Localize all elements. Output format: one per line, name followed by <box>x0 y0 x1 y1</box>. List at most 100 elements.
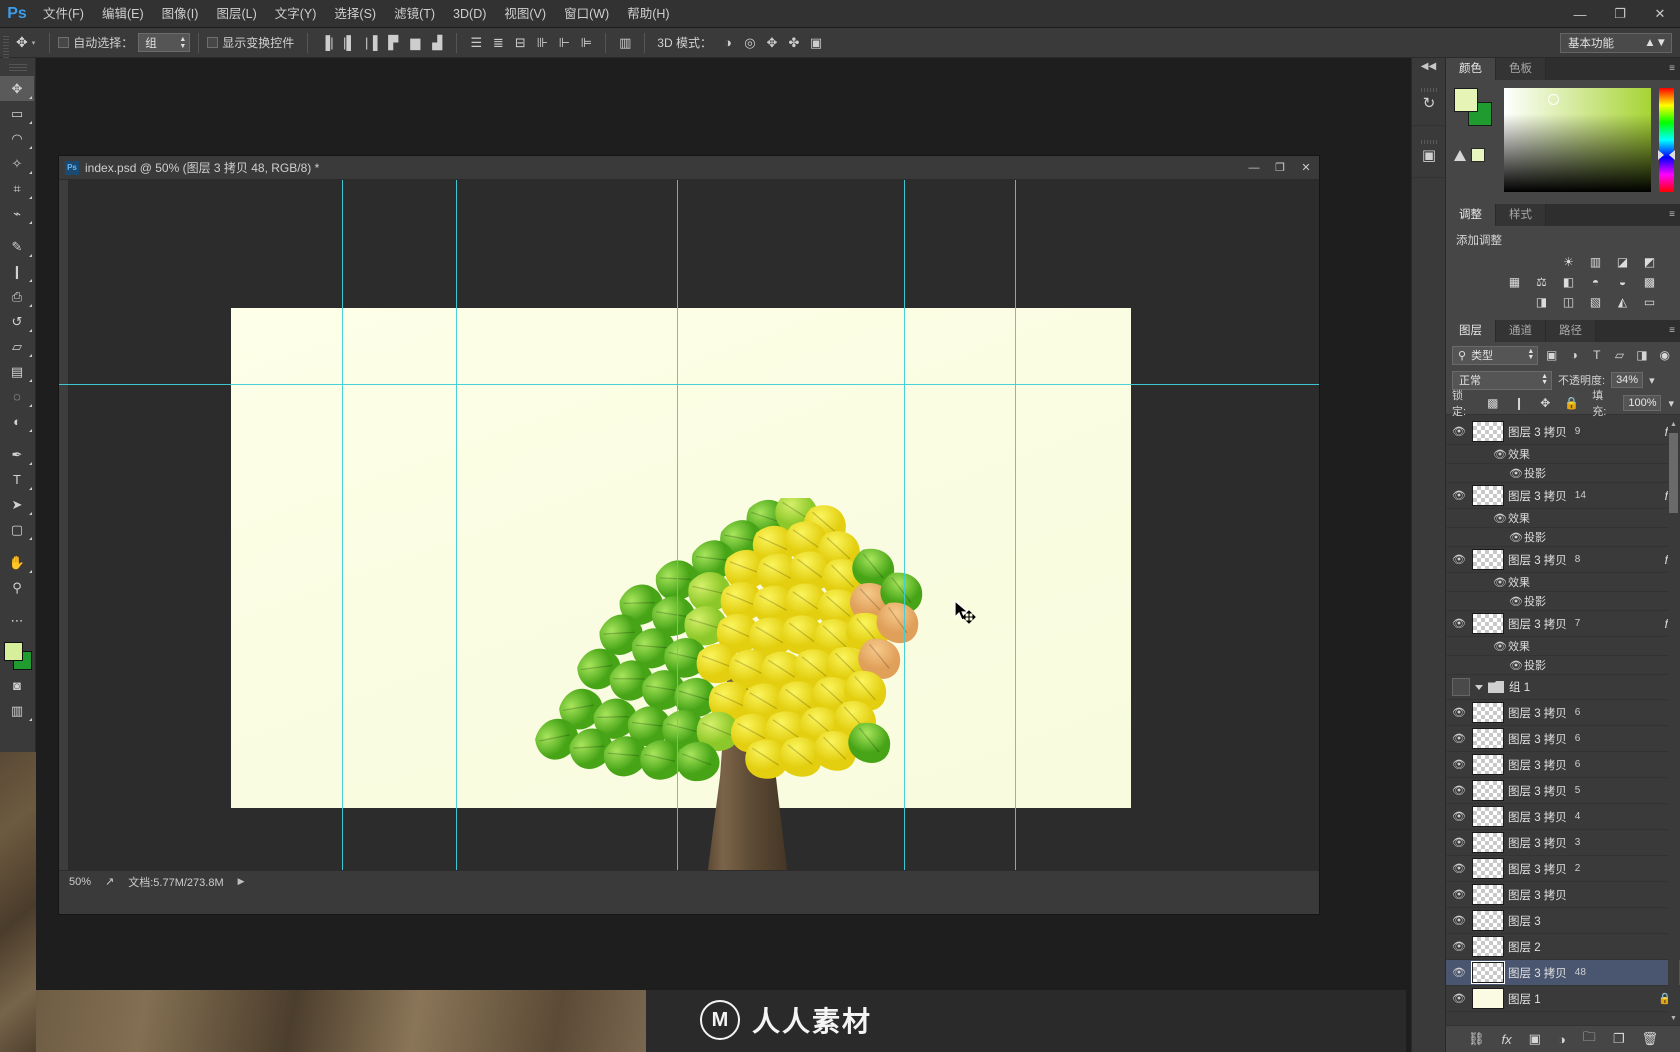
tab-color[interactable]: 颜色 <box>1446 58 1496 80</box>
rotate-3d-icon[interactable]: ◑ <box>717 32 739 54</box>
opacity-stepper-icon[interactable]: ▾ <box>1649 374 1655 387</box>
tool-lasso[interactable]: ◠ <box>0 126 34 151</box>
layers-scrollbar[interactable]: ▲ ▼ <box>1668 419 1679 1024</box>
lock-image-icon[interactable]: ❙ <box>1509 394 1528 413</box>
eye-icon[interactable]: 👁 <box>1450 888 1468 901</box>
layer-row[interactable]: 👁图层 3 拷贝7fx <box>1446 611 1680 637</box>
eye-icon[interactable]: 👁 <box>1492 448 1508 461</box>
tab-adjustments[interactable]: 调整 <box>1446 204 1496 226</box>
layer-thumbnail[interactable] <box>1472 485 1504 506</box>
eye-icon[interactable]: 👁 <box>1450 706 1468 719</box>
tool-pen[interactable]: ✒ <box>0 442 34 467</box>
tool-path-selection[interactable]: ➤ <box>0 492 34 517</box>
eye-icon[interactable]: 👁 <box>1450 617 1468 630</box>
delete-icon[interactable]: 🗑 <box>1641 1031 1658 1047</box>
black-white-icon[interactable]: ◓ <box>1587 274 1604 290</box>
tab-layers[interactable]: 图层 <box>1446 320 1496 342</box>
slide-3d-icon[interactable]: ✤ <box>783 32 805 54</box>
history-panel-button[interactable]: ↻ <box>1412 74 1446 126</box>
new-layer-icon[interactable]: ❐ <box>1613 1031 1625 1047</box>
layer-row[interactable]: 👁 图层 2 <box>1446 934 1680 960</box>
document-close-button[interactable]: ✕ <box>1293 157 1319 179</box>
distribute-vertical-centers-icon[interactable]: ≣ <box>487 32 509 54</box>
scale-3d-icon[interactable]: ▣ <box>805 32 827 54</box>
color-lookup-icon[interactable]: ◨ <box>1533 294 1550 310</box>
distribute-right-edges-icon[interactable]: ⊫ <box>575 32 597 54</box>
options-bar-grip[interactable] <box>0 27 10 58</box>
tool-gradient[interactable]: ▤ <box>0 359 34 384</box>
layer-group-row[interactable]: 组 1 <box>1446 675 1680 700</box>
tab-channels[interactable]: 通道 <box>1496 320 1546 342</box>
color-balance-icon[interactable]: ◧ <box>1560 274 1577 290</box>
gamut-color-chip[interactable] <box>1471 148 1485 162</box>
layer-thumbnail[interactable] <box>1472 613 1504 634</box>
document-title-bar[interactable]: Ps index.psd @ 50% (图层 3 拷贝 48, RGB/8) *… <box>59 156 1319 180</box>
layer-thumbnail[interactable] <box>1472 832 1504 853</box>
align-horizontal-centers-icon[interactable]: |▌ <box>338 32 360 54</box>
scroll-up-icon[interactable]: ▲ <box>1668 419 1679 430</box>
layer-list[interactable]: 👁图层 3 拷贝9fx👁效果👁投影👁图层 3 拷贝14fx👁效果👁投影👁图层 3… <box>1446 419 1680 1024</box>
tab-paths[interactable]: 路径 <box>1546 320 1596 342</box>
layer-effect-row[interactable]: 👁 投影 <box>1446 528 1680 547</box>
align-left-edges-icon[interactable]: ▐| <box>316 32 338 54</box>
layer-thumbnail[interactable] <box>1472 549 1504 570</box>
layer-effect-row[interactable]: 👁 效果 <box>1446 573 1680 592</box>
tool-hand[interactable]: ✋ <box>0 550 34 575</box>
layer-thumbnail[interactable] <box>1472 728 1504 749</box>
eye-icon[interactable]: 👁 <box>1450 732 1468 745</box>
shape-filter-icon[interactable]: ▱ <box>1610 346 1629 365</box>
eye-icon[interactable]: 👁 <box>1450 940 1468 953</box>
layer-row[interactable]: 👁图层 3 拷贝9fx <box>1446 419 1680 445</box>
fill-stepper-icon[interactable]: ▾ <box>1668 397 1674 410</box>
pan-3d-icon[interactable]: ✥ <box>761 32 783 54</box>
tool-brush[interactable]: ❙ <box>0 259 34 284</box>
zoom-level[interactable]: 50% <box>69 876 91 888</box>
color-picker-marker[interactable] <box>1548 94 1559 105</box>
tool-screen-mode[interactable]: ▥ <box>0 698 34 723</box>
lock-position-icon[interactable]: ✥ <box>1536 394 1555 413</box>
workspace-dropdown[interactable]: 基本功能 ▲▼ <box>1560 32 1672 53</box>
distribute-left-edges-icon[interactable]: ⊪ <box>531 32 553 54</box>
chevron-down-icon[interactable] <box>1475 684 1483 690</box>
align-bottom-edges-icon[interactable]: ▟ <box>426 32 448 54</box>
layer-thumbnail[interactable] <box>1472 754 1504 775</box>
panel-menu-icon[interactable]: ≡ <box>1669 63 1675 74</box>
eye-icon[interactable]: 👁 <box>1450 489 1468 502</box>
opacity-value[interactable]: 34% <box>1611 372 1644 388</box>
hue-slider[interactable] <box>1658 88 1675 192</box>
layer-row[interactable]: 👁图层 3 拷贝8fx <box>1446 547 1680 573</box>
tool-eyedropper[interactable]: ⌁ <box>0 201 34 226</box>
adjustment-icon[interactable]: ◑ <box>1558 1032 1566 1047</box>
eye-icon[interactable]: 👁 <box>1450 425 1468 438</box>
panel-menu-icon[interactable]: ≡ <box>1669 209 1675 220</box>
menu-edit[interactable]: 编辑(E) <box>93 0 153 28</box>
lock-transparent-icon[interactable]: ▩ <box>1483 394 1502 413</box>
layer-thumbnail[interactable] <box>1471 961 1505 984</box>
menu-select[interactable]: 选择(S) <box>325 0 385 28</box>
curves-icon[interactable]: ◪ <box>1614 254 1631 270</box>
align-vertical-centers-icon[interactable]: ▆ <box>404 32 426 54</box>
tab-swatches[interactable]: 色板 <box>1496 58 1546 80</box>
layer-thumbnail[interactable] <box>1472 858 1504 879</box>
document-maximize-button[interactable]: ❐ <box>1267 157 1293 179</box>
group-visibility-box[interactable] <box>1452 678 1470 696</box>
layer-row[interactable]: 👁图层 3 拷贝14fx <box>1446 483 1680 509</box>
tool-edit-toolbar[interactable]: ⋯ <box>0 608 34 633</box>
layer-row[interactable]: 👁 图层 3 拷贝 6 <box>1446 726 1680 752</box>
close-button[interactable]: ✕ <box>1640 0 1680 28</box>
eye-icon[interactable]: 👁 <box>1492 640 1508 653</box>
smart-filter-icon[interactable]: ◨ <box>1633 346 1652 365</box>
tool-clone-stamp[interactable]: ⎙ <box>0 284 34 309</box>
layer-row[interactable]: 👁 图层 3 拷贝 6 <box>1446 752 1680 778</box>
out-of-gamut-warning[interactable] <box>1454 148 1496 162</box>
align-top-edges-icon[interactable]: ▛ <box>382 32 404 54</box>
group-icon[interactable]: 🗀 <box>1583 1028 1596 1050</box>
layer-row[interactable]: 👁 图层 3 拷贝 5 <box>1446 778 1680 804</box>
eye-icon[interactable]: 👁 <box>1492 576 1508 589</box>
layer-effect-row[interactable]: 👁 效果 <box>1446 637 1680 656</box>
collapse-panels-icon[interactable]: ◀◀ <box>1412 58 1445 74</box>
tool-rectangle[interactable]: ▢ <box>0 517 34 542</box>
tab-styles[interactable]: 样式 <box>1496 204 1546 226</box>
layer-thumbnail[interactable] <box>1472 936 1504 957</box>
layer-thumbnail[interactable] <box>1472 910 1504 931</box>
